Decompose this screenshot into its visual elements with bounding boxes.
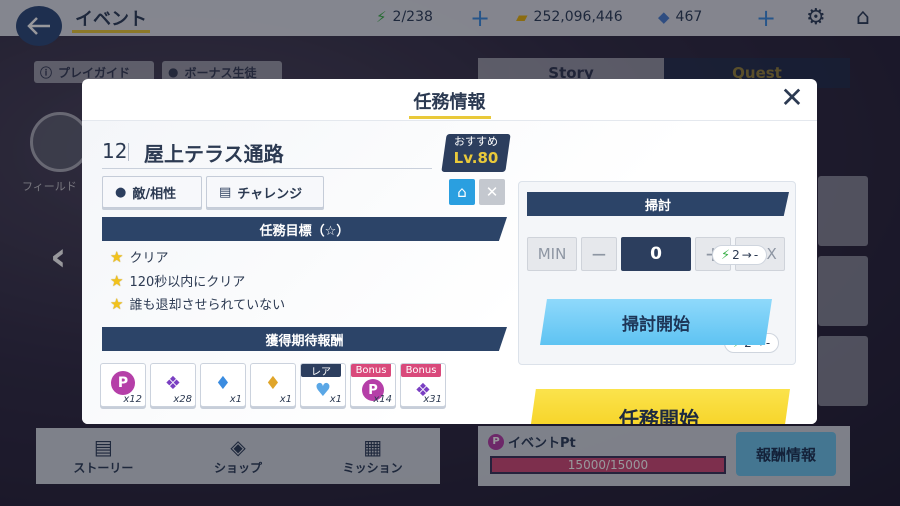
enemy-affinity-label: 敵/相性 xyxy=(132,186,177,202)
blue-crystal-icon: ♦ xyxy=(214,372,232,394)
reward-qty: x1 xyxy=(329,394,342,405)
challenge-label: チャレンジ xyxy=(237,186,303,202)
bonus-tag: Bonus xyxy=(401,364,441,377)
objective-text: 誰も退却させられていない xyxy=(129,298,286,313)
sweep-cost: 2 xyxy=(732,248,740,262)
sweep-start-button[interactable]: 掃討開始 xyxy=(540,299,772,345)
arrow-right-icon: → xyxy=(741,248,752,262)
close-icon[interactable]: ✕ xyxy=(778,84,806,113)
objective-item: ★ 120秒以内にクリア xyxy=(110,271,246,291)
sweep-cost-after: - xyxy=(753,248,759,262)
disabled-x-icon: ✕ xyxy=(479,179,505,205)
dialog-title-underline xyxy=(409,116,491,119)
objective-text: クリア xyxy=(129,251,169,266)
reward-item[interactable]: ❖ x28 xyxy=(150,363,196,407)
p-coin-icon: P xyxy=(107,369,139,397)
rewards-header: 獲得期待報酬 xyxy=(102,327,507,351)
reward-qty: x31 xyxy=(423,394,442,405)
star-icon: ★ xyxy=(110,271,124,290)
recommended-level: Lv.80 xyxy=(453,149,499,167)
recommended-label: おすすめ xyxy=(454,135,498,148)
reward-qty: x12 xyxy=(123,394,142,405)
sweep-header: 掃討 xyxy=(527,192,789,216)
sweep-count: 0 xyxy=(621,237,691,271)
star-icon: ★ xyxy=(110,247,124,266)
reward-qty: x14 xyxy=(373,394,392,405)
objective-item: ★ クリア xyxy=(110,247,169,267)
purple-material-icon: ❖ xyxy=(164,372,182,394)
mission-cost-after: - xyxy=(765,336,771,350)
mission-info-dialog: 任務情報 ✕ 12 屋上テラス通路 おすすめ Lv.80 ● 敵/相性 ▤ チャ… xyxy=(82,79,817,424)
challenge-button[interactable]: ▤ チャレンジ xyxy=(206,176,324,208)
reward-item[interactable]: P x12 xyxy=(100,363,146,407)
rare-tag: レア xyxy=(301,364,341,378)
stage-name: 屋上テラス通路 xyxy=(144,142,284,166)
reward-item[interactable]: Bonus P x14 xyxy=(350,363,396,407)
objective-text: 120秒以内にクリア xyxy=(129,275,246,290)
reward-item[interactable]: Bonus ❖ x31 xyxy=(400,363,446,407)
enemy-affinity-button[interactable]: ● 敵/相性 xyxy=(102,176,202,208)
home-toggle-icon[interactable]: ⌂ xyxy=(449,179,475,205)
sweep-cost-chip: ⚡ 2 → - xyxy=(712,245,768,265)
dialog-title: 任務情報 xyxy=(413,92,486,113)
stage-number: 12 xyxy=(102,139,128,163)
reward-qty: x1 xyxy=(229,394,242,405)
document-icon: ▤ xyxy=(219,184,232,200)
dialog-header: 任務情報 ✕ xyxy=(82,79,817,121)
chat-bubble-icon: ● xyxy=(115,184,127,200)
reward-qty: x1 xyxy=(279,394,292,405)
reward-item[interactable]: レア ♥ x1 xyxy=(300,363,346,407)
stage-name-divider xyxy=(102,168,432,169)
reward-item[interactable]: ♦ x1 xyxy=(250,363,296,407)
objectives-header: 任務目標（☆） xyxy=(102,217,507,241)
objective-item: ★ 誰も退却させられていない xyxy=(110,294,286,314)
sweep-minus-button[interactable]: − xyxy=(581,237,617,271)
reward-qty: x28 xyxy=(173,394,192,405)
bonus-tag: Bonus xyxy=(351,364,391,377)
reward-item[interactable]: ♦ x1 xyxy=(200,363,246,407)
stage-separator xyxy=(128,143,129,161)
gold-crystal-icon: ♦ xyxy=(264,372,282,394)
stamina-bolt-icon: ⚡ xyxy=(721,247,731,263)
mission-start-button[interactable]: 任務開始 xyxy=(528,389,790,424)
sweep-min-button[interactable]: MIN xyxy=(527,237,577,271)
star-icon: ★ xyxy=(110,294,124,313)
